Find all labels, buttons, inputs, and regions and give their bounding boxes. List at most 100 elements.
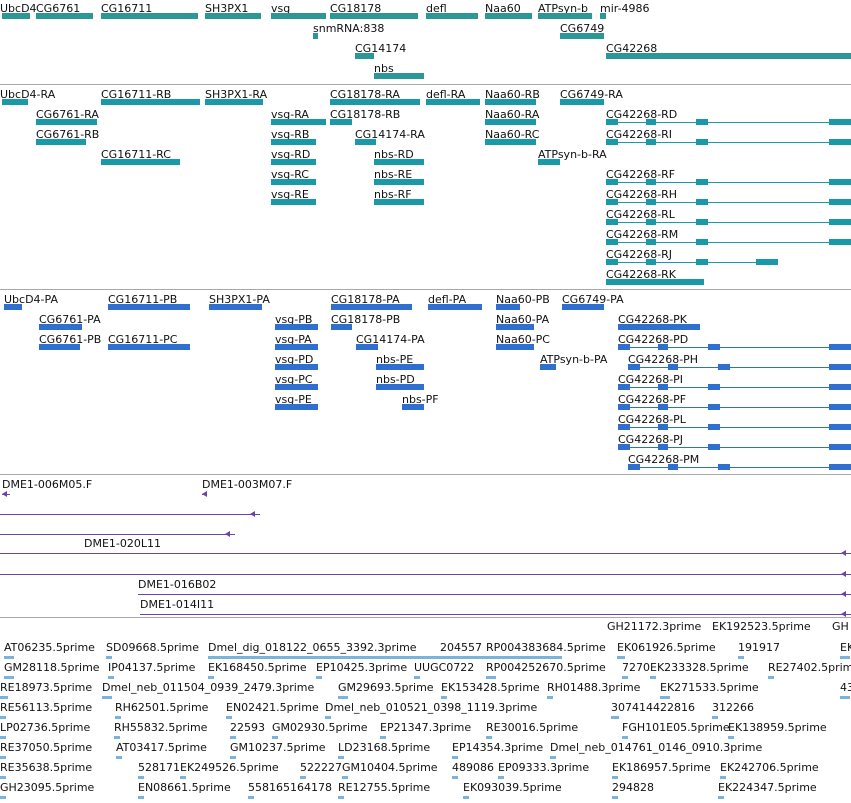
exon-block[interactable] [668, 464, 678, 470]
exon-block[interactable] [708, 404, 720, 410]
exon-block[interactable] [829, 404, 851, 410]
est-mark[interactable] [0, 756, 6, 759]
transcript-bar[interactable] [39, 324, 82, 330]
exon-block[interactable] [658, 424, 668, 430]
transcript-bar[interactable] [330, 99, 420, 105]
transcript-bar[interactable] [101, 99, 200, 105]
est-label[interactable]: RE27402.5prime [768, 661, 851, 674]
est-mark[interactable] [300, 776, 306, 779]
transcript-bar[interactable] [485, 139, 536, 145]
est-label[interactable]: Dmel_neb_014761_0146_0910.3prime [550, 741, 762, 754]
est-label[interactable]: RH55832.5prime [114, 721, 207, 734]
gene-bar[interactable] [101, 13, 198, 19]
est-label[interactable]: GM10237.5prime [230, 741, 326, 754]
est-label[interactable]: 489086 [452, 761, 494, 774]
exon-block[interactable] [696, 239, 708, 245]
est-mark[interactable] [325, 716, 331, 719]
transcript-bar[interactable] [36, 119, 97, 125]
transcript-bar[interactable] [275, 344, 318, 350]
gene-bar[interactable] [374, 73, 424, 79]
clones-label[interactable]: DME1-020L11 [84, 537, 161, 550]
exon-block[interactable] [606, 179, 618, 185]
exon-block[interactable] [606, 239, 618, 245]
transcript-bar[interactable] [540, 364, 556, 370]
est-mark[interactable] [486, 736, 492, 739]
exon-block[interactable] [646, 119, 656, 125]
est-mark[interactable] [115, 716, 121, 719]
transcript-bar[interactable] [101, 159, 180, 165]
est-mark[interactable] [612, 776, 618, 779]
est-mark[interactable] [440, 656, 446, 659]
est-label[interactable]: EP14354.3prime [452, 741, 543, 754]
transcript-bar[interactable] [331, 324, 352, 330]
transcript-bar[interactable] [402, 404, 424, 410]
est-mark[interactable] [738, 656, 744, 659]
est-mark[interactable] [486, 676, 496, 679]
est-label[interactable]: EK249526.5prime [180, 761, 279, 774]
est-label[interactable]: EP10425.3prime [316, 661, 407, 674]
exon-block[interactable] [829, 139, 851, 145]
est-mark[interactable] [720, 776, 726, 779]
est-mark[interactable] [622, 736, 628, 739]
est-label[interactable]: 22593 [230, 721, 265, 734]
est-mark[interactable] [248, 796, 254, 799]
exon-block[interactable] [646, 239, 656, 245]
est-mark[interactable] [230, 756, 236, 759]
transcript-bar[interactable] [108, 344, 190, 350]
est-mark[interactable] [498, 776, 504, 779]
exon-block[interactable] [618, 384, 630, 390]
est-mark[interactable] [116, 756, 122, 759]
est-mark[interactable] [0, 716, 6, 719]
est-label[interactable]: RH01488.3prime [547, 681, 640, 694]
est-mark[interactable] [0, 736, 6, 739]
exon-block[interactable] [606, 259, 618, 265]
clones-label[interactable]: DME1-016B02 [138, 578, 216, 591]
est-mark[interactable] [272, 736, 278, 739]
est-label[interactable]: 522227 [300, 761, 342, 774]
est-label[interactable]: IP04137.5prime [108, 661, 195, 674]
transcript-bar[interactable] [271, 179, 316, 185]
gene-bar[interactable] [606, 53, 851, 59]
est-label[interactable]: RP004383684.5prime [486, 641, 606, 654]
est-mark[interactable] [712, 716, 718, 719]
est-label[interactable]: GH [832, 620, 849, 633]
est-label[interactable]: GM29693.5prime [338, 681, 434, 694]
est-mark[interactable] [4, 656, 14, 659]
transcript-bar[interactable] [271, 159, 316, 165]
est-label[interactable]: Dmel_neb_011504_0939_2479.3prime [102, 681, 314, 694]
est-mark[interactable] [4, 676, 14, 679]
exon-block[interactable] [696, 119, 708, 125]
transcript-bar[interactable] [355, 139, 376, 145]
clone-line[interactable] [0, 534, 235, 535]
est-mark[interactable] [452, 756, 458, 759]
est-mark[interactable] [611, 716, 619, 719]
exon-block[interactable] [628, 464, 640, 470]
est-label[interactable]: AT06235.5prime [4, 641, 95, 654]
est-mark[interactable] [106, 656, 112, 659]
clones-label[interactable]: DME1-003M07.F [202, 478, 292, 491]
est-label[interactable]: EK138959.5prime [728, 721, 827, 734]
est-label[interactable]: RE37050.5prime [0, 741, 92, 754]
clones-label[interactable]: DME1-014I11 [140, 598, 214, 611]
transcript-bar[interactable] [356, 344, 378, 350]
exon-block[interactable] [708, 424, 720, 430]
est-label[interactable]: EK061926.5prime [617, 641, 716, 654]
gene-bar[interactable] [355, 53, 374, 59]
exon-block[interactable] [646, 199, 656, 205]
est-mark[interactable] [622, 676, 628, 679]
clone-line[interactable] [0, 553, 851, 554]
est-label[interactable]: EP09333.3prime [498, 761, 589, 774]
est-label[interactable]: EP21347.3prime [380, 721, 471, 734]
exon-block[interactable] [628, 364, 640, 370]
est-label[interactable]: EK242706.5prime [720, 761, 819, 774]
est-label[interactable]: AT03417.5prime [116, 741, 207, 754]
est-label[interactable]: RE35638.5prime [0, 761, 92, 774]
exon-block[interactable] [646, 179, 656, 185]
transcript-bar[interactable] [560, 99, 604, 105]
exon-block[interactable] [829, 424, 851, 430]
gene-bar[interactable] [2, 13, 30, 19]
transcript-bar[interactable] [562, 304, 604, 310]
exon-block[interactable] [829, 384, 851, 390]
est-label[interactable]: EK093039.5prime [463, 781, 562, 794]
exon-block[interactable] [606, 139, 618, 145]
